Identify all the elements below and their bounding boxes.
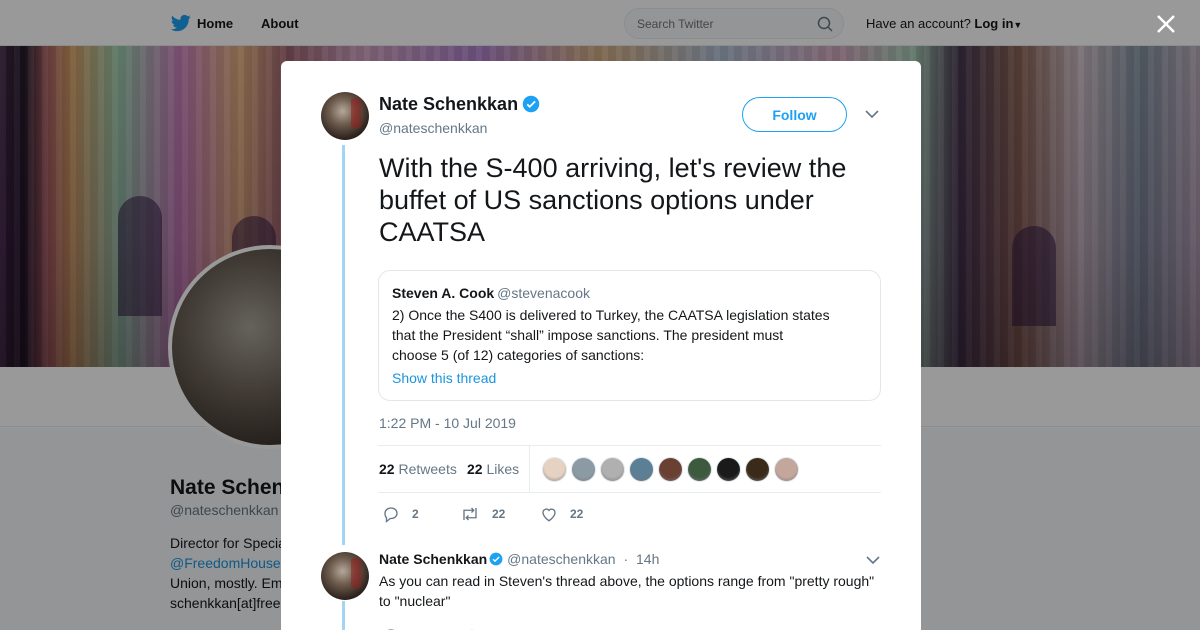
chevron-down-icon[interactable] — [866, 554, 880, 566]
liker-avatar[interactable] — [687, 457, 712, 482]
quoted-text-line: 2) Once the S400 is delivered to Turkey,… — [392, 307, 830, 323]
tweet-timestamp[interactable]: 1:22 PM - 10 Jul 2019 — [379, 415, 516, 431]
reply-author-name: Nate Schenkkan — [379, 551, 488, 567]
likes-label: Likes — [486, 461, 520, 477]
quoted-author: Steven A. Cook @stevenacook — [392, 285, 590, 301]
follow-button[interactable]: Follow — [742, 97, 847, 132]
thread-connector-line — [342, 145, 345, 545]
thread-connector-line — [342, 601, 345, 630]
reply-author[interactable]: Nate Schenkkan @nateschenkkan · 14h — [379, 551, 659, 567]
reply-author-avatar[interactable] — [321, 552, 369, 600]
chevron-down-icon[interactable] — [865, 108, 879, 120]
heart-icon — [542, 508, 556, 522]
verified-badge-icon — [522, 95, 540, 113]
reply-icon — [384, 507, 398, 523]
reply-separator: · — [623, 551, 629, 567]
quoted-text-line: choose 5 (of 12) categories of sanctions… — [392, 347, 645, 363]
reply-actions: 1 2 — [378, 623, 678, 630]
tweet-actions: 2 22 22 — [378, 501, 678, 527]
reply-text: As you can read in Steven's thread above… — [379, 573, 875, 609]
tweet-stats: 22 Retweets 22 Likes — [378, 445, 881, 493]
quoted-author-handle: @stevenacook — [497, 285, 590, 301]
retweets-stat[interactable]: 22 Retweets — [379, 461, 457, 477]
show-thread-link[interactable]: Show this thread — [392, 370, 496, 386]
tweet-author-handle[interactable]: @nateschenkkan — [379, 120, 487, 136]
liker-avatar[interactable] — [571, 457, 596, 482]
reply-count: 2 — [412, 507, 419, 521]
retweets-label: Retweets — [398, 461, 457, 477]
close-icon[interactable] — [1155, 13, 1177, 35]
tweet-text: With the S-400 arriving, let's review th… — [379, 153, 847, 247]
likes-count: 22 — [467, 461, 483, 477]
liker-avatar[interactable] — [774, 457, 799, 482]
tweet-author-name[interactable]: Nate Schenkkan — [379, 94, 540, 115]
liker-avatar[interactable] — [716, 457, 741, 482]
likes-stat[interactable]: 22 Likes — [467, 461, 519, 477]
liker-avatar[interactable] — [542, 457, 567, 482]
like-count: 22 — [570, 507, 584, 521]
quoted-author-name: Steven A. Cook — [392, 285, 495, 301]
stats-divider — [529, 446, 530, 492]
liker-avatar[interactable] — [600, 457, 625, 482]
quoted-tweet-card[interactable]: Steven A. Cook @stevenacook 2) Once the S… — [378, 270, 881, 401]
retweets-count: 22 — [379, 461, 395, 477]
liker-avatar[interactable] — [629, 457, 654, 482]
retweet-count: 22 — [492, 507, 506, 521]
quoted-text-line: that the President “shall” impose sancti… — [392, 327, 784, 343]
tweet-author-avatar[interactable] — [321, 92, 369, 140]
reply-age[interactable]: 14h — [636, 551, 659, 567]
verified-badge-icon — [489, 552, 503, 566]
tweet-author-name-text: Nate Schenkkan — [379, 94, 519, 114]
liker-avatar[interactable] — [658, 457, 683, 482]
tweet-modal: Nate Schenkkan @nateschenkkan Follow Wit… — [281, 61, 921, 630]
reply-author-handle: @nateschenkkan — [507, 551, 616, 567]
retweet-icon — [463, 507, 477, 521]
liker-avatar[interactable] — [745, 457, 770, 482]
